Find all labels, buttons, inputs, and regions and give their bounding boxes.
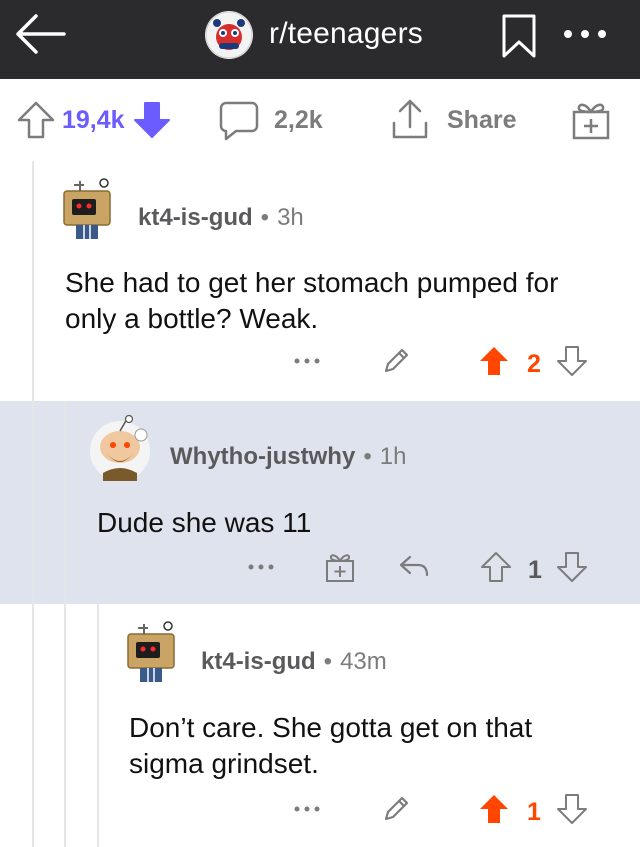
user-avatar[interactable] [54, 175, 120, 241]
comment-score: 1 [528, 556, 542, 584]
downvote-icon[interactable] [132, 100, 172, 140]
vote-count: 19,4k [62, 106, 125, 134]
downvote-icon[interactable] [556, 793, 588, 825]
comment: Whytho-justwhy • 1h Dude she was 11 1 [0, 401, 640, 604]
back-arrow-icon[interactable] [14, 12, 66, 56]
user-avatar[interactable] [118, 618, 184, 684]
comment-body: Dude she was 11 [97, 507, 312, 538]
edit-pencil-icon[interactable] [380, 345, 412, 377]
comment-score: 1 [527, 798, 541, 826]
separator-dot: • [323, 648, 333, 675]
author-name[interactable]: kt4-is-gud [138, 204, 253, 231]
downvote-icon[interactable] [556, 345, 588, 377]
share-icon[interactable] [390, 97, 430, 141]
post-action-bar: 19,4k 2,2k Share [0, 79, 640, 161]
share-button[interactable]: Share [447, 106, 516, 135]
bookmark-icon[interactable] [500, 12, 538, 60]
top-bar: r/teenagers [0, 0, 640, 79]
subreddit-name[interactable]: r/teenagers [269, 17, 423, 51]
more-options-icon[interactable] [292, 801, 322, 817]
edit-pencil-icon[interactable] [380, 793, 412, 825]
comment-count[interactable]: 2,2k [274, 106, 323, 135]
more-options-icon[interactable] [292, 353, 322, 369]
comment: kt4-is-gud • 43m Don’t care. She gotta get… [0, 604, 640, 847]
award-gift-icon[interactable] [324, 551, 356, 583]
comment-time: 3h [277, 204, 304, 231]
separator-dot: • [363, 443, 372, 470]
separator-dot: • [260, 204, 270, 231]
upvote-icon[interactable] [480, 551, 512, 583]
more-options-icon[interactable] [246, 559, 276, 575]
user-avatar[interactable] [87, 415, 153, 481]
comment-author[interactable]: kt4-is-gud • 43m [201, 648, 387, 676]
comment-time: 1h [379, 443, 407, 470]
downvote-icon[interactable] [556, 551, 588, 583]
upvote-icon[interactable] [16, 100, 56, 140]
comment: kt4-is-gud • 3h She had to get her stomach… [0, 161, 640, 401]
comment-body: She had to get her stomach pumped for on… [65, 267, 559, 334]
comment-author[interactable]: kt4-is-gud • 3h [138, 204, 304, 232]
upvote-icon[interactable] [478, 345, 510, 377]
upvote-icon[interactable] [478, 793, 510, 825]
more-options-icon[interactable] [560, 24, 610, 44]
subreddit-avatar[interactable] [205, 11, 253, 59]
author-name[interactable]: Whytho-justwhy [170, 443, 355, 470]
comment-body: Don’t care. She gotta get on that sigma … [129, 712, 533, 779]
author-name[interactable]: kt4-is-gud [201, 648, 316, 675]
comment-author[interactable]: Whytho-justwhy • 1h [170, 443, 406, 471]
comment-bubble-icon[interactable] [218, 99, 260, 141]
comment-score: 2 [527, 350, 541, 378]
award-gift-icon[interactable] [570, 99, 612, 141]
reply-icon[interactable] [398, 553, 430, 581]
comment-time: 43m [340, 648, 387, 675]
